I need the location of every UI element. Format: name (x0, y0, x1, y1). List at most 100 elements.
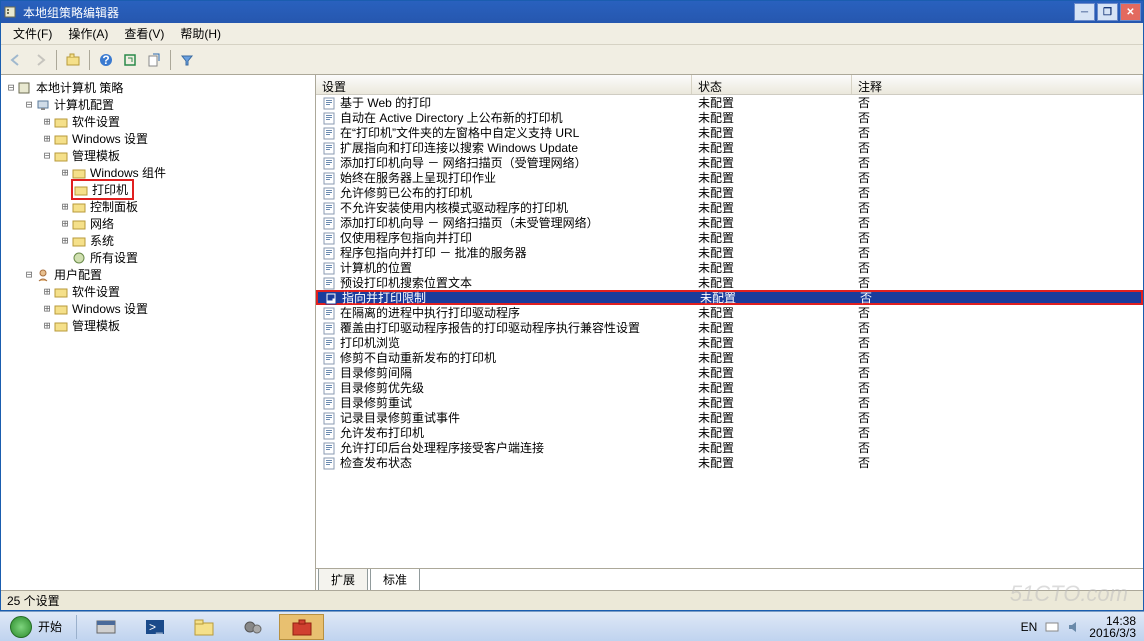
list-row[interactable]: 始终在服务器上呈现打印作业未配置否 (316, 170, 1143, 185)
task-gpedit[interactable] (279, 614, 324, 640)
tab-extended[interactable]: 扩展 (318, 569, 368, 590)
start-orb-icon (10, 616, 32, 638)
expand-icon[interactable]: ⊞ (41, 302, 53, 315)
list-row[interactable]: 允许发布打印机未配置否 (316, 425, 1143, 440)
folder-icon (73, 182, 89, 198)
tree-label: Windows 设置 (72, 130, 148, 147)
list-body[interactable]: 基于 Web 的打印未配置否自动在 Active Directory 上公布新的… (316, 95, 1143, 568)
expand-icon[interactable]: ⊞ (41, 115, 53, 128)
tree-admin-templates[interactable]: ⊟ 管理模板 (41, 147, 315, 164)
list-row[interactable]: 不允许安装使用内核模式驱动程序的打印机未配置否 (316, 200, 1143, 215)
expand-icon[interactable]: ⊞ (59, 166, 71, 179)
list-row[interactable]: 修剪不自动重新发布的打印机未配置否 (316, 350, 1143, 365)
task-powershell[interactable]: >_ (132, 614, 177, 640)
tree-label: 管理模板 (72, 147, 120, 164)
list-row[interactable]: 记录目录修剪重试事件未配置否 (316, 410, 1143, 425)
export-button[interactable] (143, 49, 165, 71)
row-comment: 否 (852, 454, 1143, 471)
folder-icon (53, 131, 69, 147)
list-row[interactable]: 扩展指向和打印连接以搜索 Windows Update未配置否 (316, 140, 1143, 155)
menu-view[interactable]: 查看(V) (116, 22, 172, 45)
clock[interactable]: 14:38 2016/3/3 (1089, 615, 1136, 639)
tree-user-config[interactable]: ⊟ 用户配置 (23, 266, 315, 283)
lang-indicator[interactable]: EN (1021, 620, 1038, 634)
expand-icon[interactable]: ⊞ (41, 132, 53, 145)
expand-icon[interactable]: ⊞ (41, 285, 53, 298)
help-button[interactable]: ? (95, 49, 117, 71)
tree-item[interactable]: ⊞控制面板 (59, 198, 315, 215)
minimize-button[interactable]: ─ (1074, 3, 1095, 21)
tree-item[interactable]: ⊞Windows 设置 (41, 300, 315, 317)
tree-item[interactable]: ⊞软件设置 (41, 113, 315, 130)
start-button[interactable]: 开始 (0, 612, 72, 641)
expand-icon[interactable]: ⊟ (5, 81, 17, 94)
expand-icon[interactable]: ⊟ (41, 149, 53, 162)
column-state[interactable]: 状态 (692, 75, 852, 94)
list-row[interactable]: 目录修剪间隔未配置否 (316, 365, 1143, 380)
list-row[interactable]: 目录修剪重试未配置否 (316, 395, 1143, 410)
time-text: 14:38 (1089, 615, 1136, 627)
svg-text:>_: >_ (149, 620, 163, 634)
filter-button[interactable] (176, 49, 198, 71)
menu-file[interactable]: 文件(F) (5, 22, 60, 45)
tree-item[interactable]: ⊞ Windows 设置 (41, 130, 315, 147)
tab-standard[interactable]: 标准 (370, 569, 420, 590)
folder-icon (53, 301, 69, 317)
refresh-button[interactable] (119, 49, 141, 71)
list-header: 设置 状态 注释 (316, 75, 1143, 95)
list-row[interactable]: 目录修剪优先级未配置否 (316, 380, 1143, 395)
list-row[interactable]: 预设打印机搜索位置文本未配置否 (316, 275, 1143, 290)
list-row[interactable]: 允许修剪已公布的打印机未配置否 (316, 185, 1143, 200)
tree-item[interactable]: ⊞ 管理模板 (41, 317, 315, 334)
back-button (5, 49, 27, 71)
list-row[interactable]: 添加打印机向导 － 网络扫描页（未受管理网络）未配置否 (316, 215, 1143, 230)
tree-computer-config[interactable]: ⊟ 计算机配置 (23, 96, 315, 113)
list-row[interactable]: 指向并打印限制未配置否 (316, 290, 1143, 305)
list-row[interactable]: 检查发布状态未配置否 (316, 455, 1143, 470)
column-comment[interactable]: 注释 (852, 75, 1143, 94)
list-row[interactable]: 添加打印机向导 － 网络扫描页（受管理网络）未配置否 (316, 155, 1143, 170)
list-row[interactable]: 仅使用程序包指向并打印未配置否 (316, 230, 1143, 245)
list-row[interactable]: 程序包指向并打印 － 批准的服务器未配置否 (316, 245, 1143, 260)
tree-item-printers[interactable]: 打印机 (59, 181, 315, 198)
list-row[interactable]: 自动在 Active Directory 上公布新的打印机未配置否 (316, 110, 1143, 125)
tree-root[interactable]: ⊟ 本地计算机 策略 (5, 79, 315, 96)
folder-icon (53, 148, 69, 164)
task-server-manager[interactable] (83, 614, 128, 640)
folder-icon (71, 233, 87, 249)
tree-panel[interactable]: ⊟ 本地计算机 策略 ⊟ 计算机配置 ⊞软件设置 (1, 75, 316, 590)
expand-icon[interactable]: ⊞ (59, 234, 71, 247)
expand-icon[interactable]: ⊟ (23, 268, 35, 281)
expand-icon[interactable]: ⊞ (59, 200, 71, 213)
menu-action[interactable]: 操作(A) (60, 22, 116, 45)
menu-help[interactable]: 帮助(H) (172, 22, 229, 45)
tray-flag-icon[interactable] (1045, 620, 1059, 634)
close-button[interactable]: ✕ (1120, 3, 1141, 21)
list-row[interactable]: 计算机的位置未配置否 (316, 260, 1143, 275)
content-body: ⊟ 本地计算机 策略 ⊟ 计算机配置 ⊞软件设置 (1, 75, 1143, 590)
up-button[interactable] (62, 49, 84, 71)
row-name: 检查发布状态 (340, 454, 412, 471)
tray-sound-icon[interactable] (1067, 620, 1081, 634)
menubar: 文件(F) 操作(A) 查看(V) 帮助(H) (1, 23, 1143, 45)
tree-item[interactable]: ⊞网络 (59, 215, 315, 232)
maximize-button[interactable]: ❐ (1097, 3, 1118, 21)
column-setting[interactable]: 设置 (316, 75, 692, 94)
list-row[interactable]: 在“打印机”文件夹的左窗格中自定义支持 URL未配置否 (316, 125, 1143, 140)
tree-item[interactable]: 所有设置 (59, 249, 315, 266)
list-row[interactable]: 打印机浏览未配置否 (316, 335, 1143, 350)
list-row[interactable]: 允许打印后台处理程序接受客户端连接未配置否 (316, 440, 1143, 455)
expand-icon[interactable]: ⊞ (41, 319, 53, 332)
tree-label: 打印机 (92, 181, 128, 198)
expand-icon[interactable]: ⊞ (59, 217, 71, 230)
expand-icon[interactable]: ⊟ (23, 98, 35, 111)
tree-item[interactable]: ⊞软件设置 (41, 283, 315, 300)
tree-item[interactable]: ⊞系统 (59, 232, 315, 249)
list-row[interactable]: 在隔离的进程中执行打印驱动程序未配置否 (316, 305, 1143, 320)
task-explorer[interactable] (181, 614, 226, 640)
task-services[interactable] (230, 614, 275, 640)
tree-label: 管理模板 (72, 317, 120, 334)
list-row[interactable]: 覆盖由打印驱动程序报告的打印驱动程序执行兼容性设置未配置否 (316, 320, 1143, 335)
content-panel: 设置 状态 注释 基于 Web 的打印未配置否自动在 Active Direct… (316, 75, 1143, 590)
list-row[interactable]: 基于 Web 的打印未配置否 (316, 95, 1143, 110)
